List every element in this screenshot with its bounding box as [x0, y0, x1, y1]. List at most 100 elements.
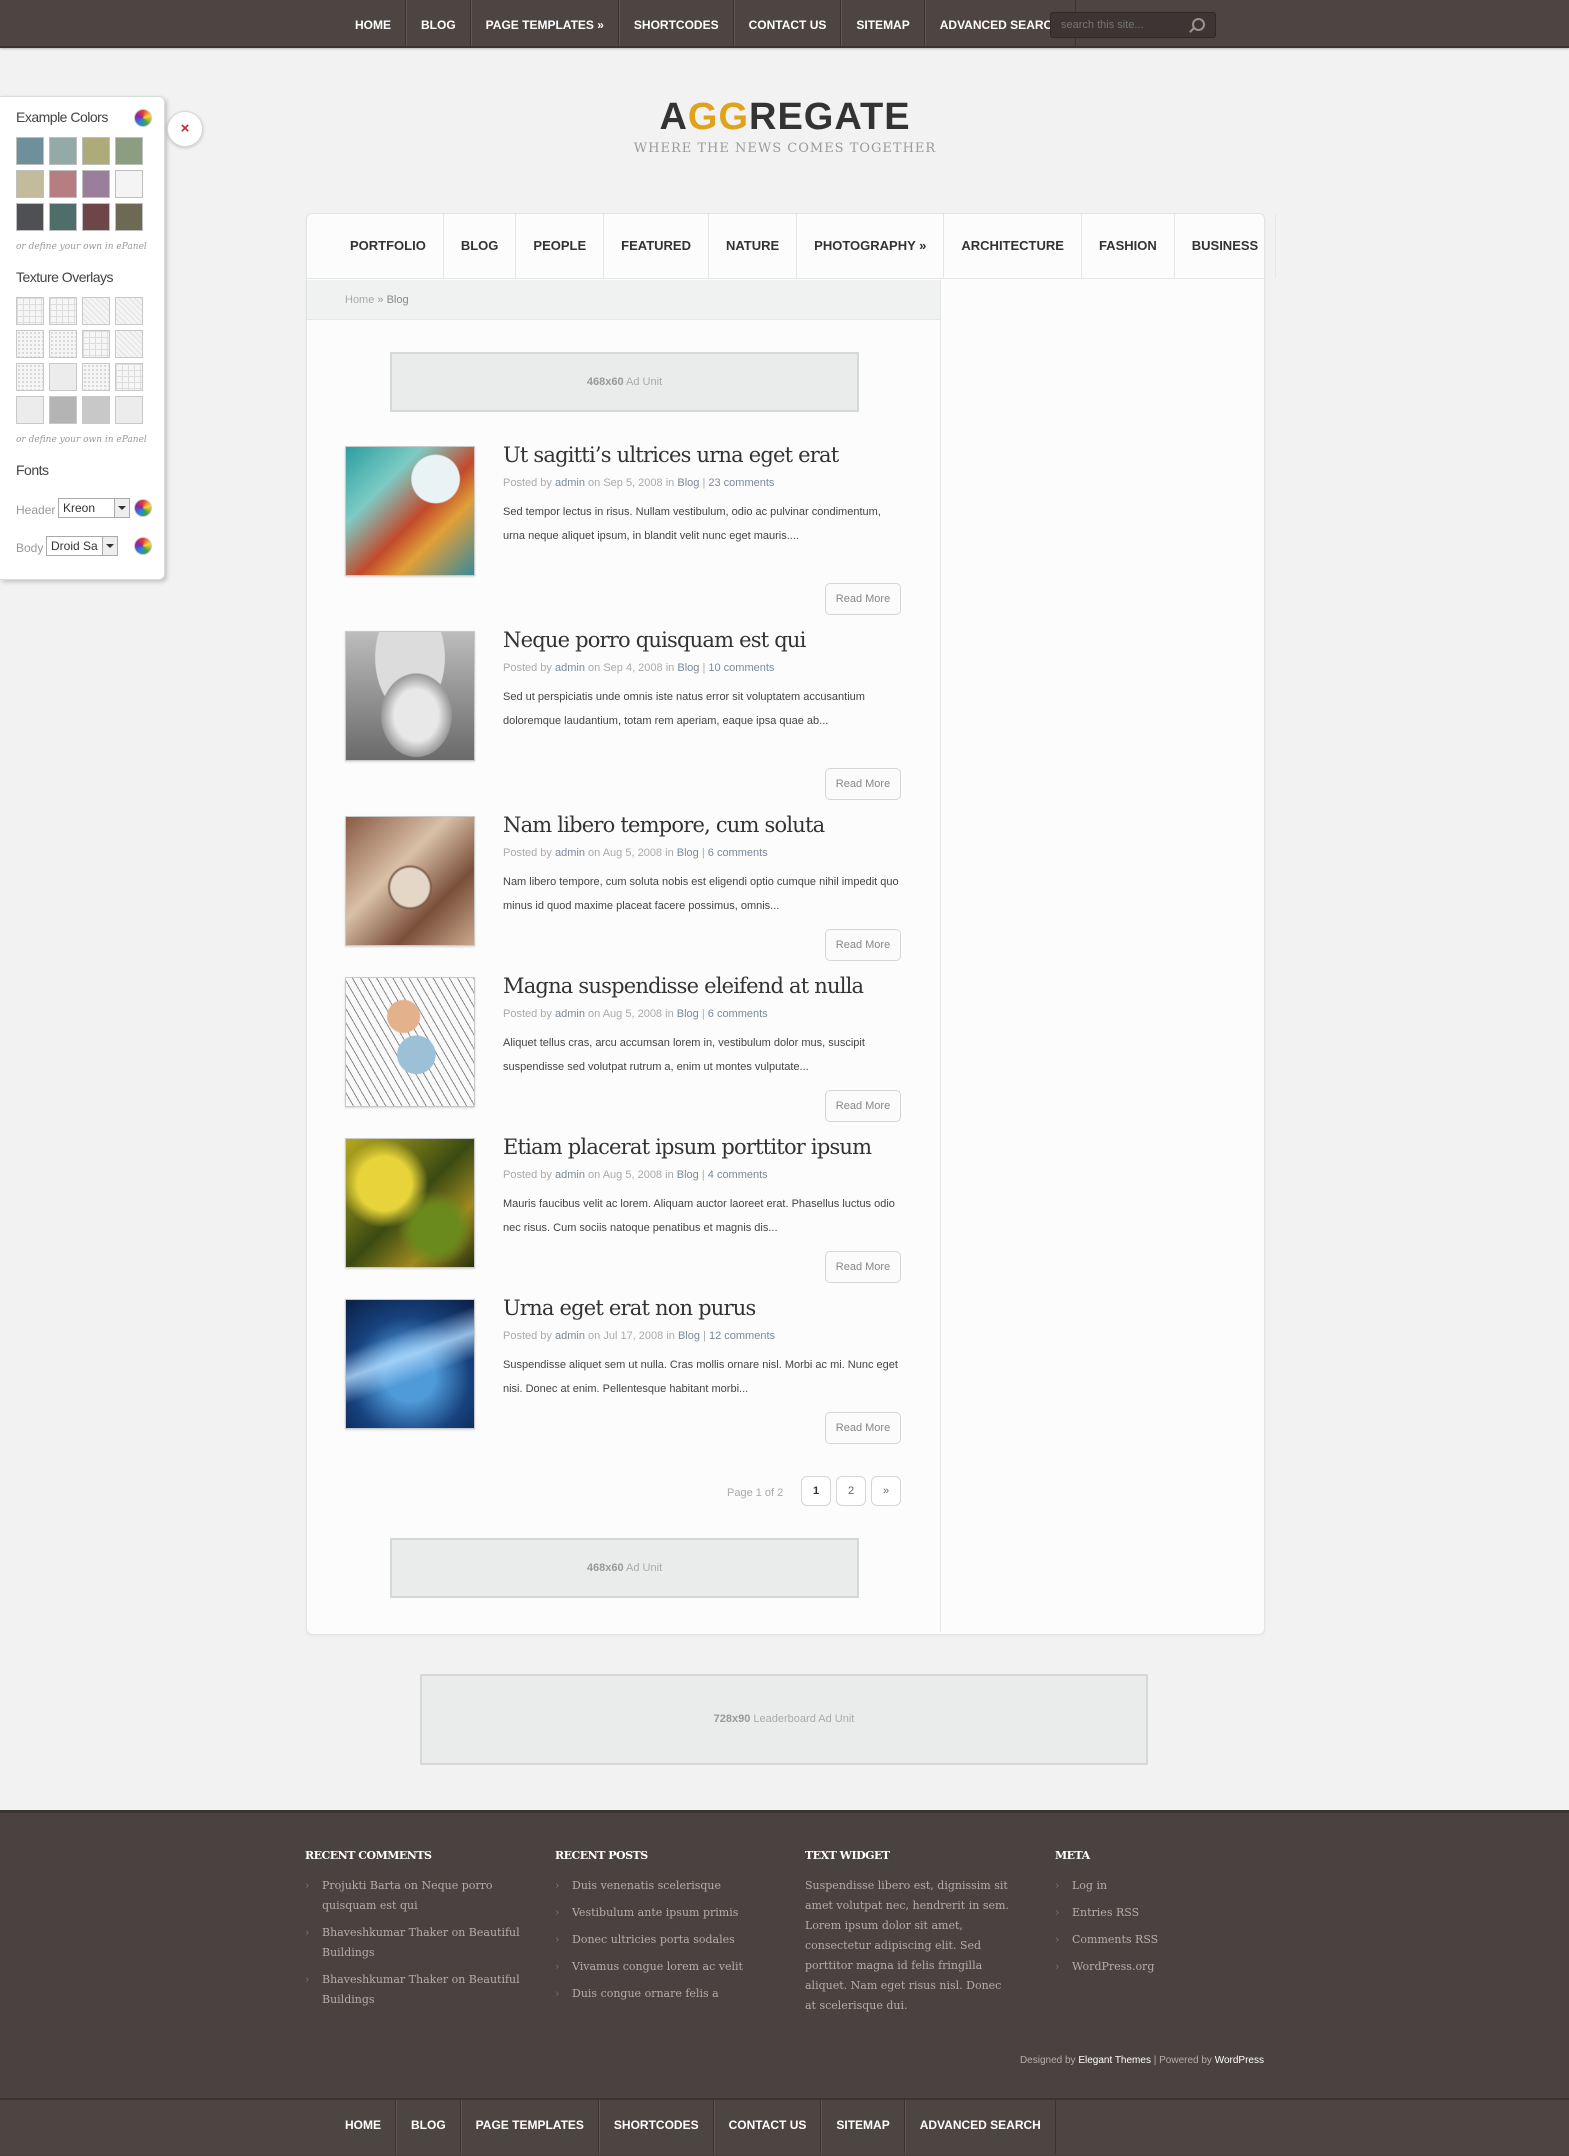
post-thumbnail[interactable] — [345, 1299, 475, 1429]
list-item[interactable]: Projukti Barta on Neque porro quisquam e… — [305, 1876, 520, 1916]
texture-swatch[interactable] — [82, 330, 110, 358]
ad-unit-bottom[interactable]: 468x60 Ad Unit — [390, 1538, 859, 1598]
ad-unit-top[interactable]: 468x60 Ad Unit — [390, 352, 859, 412]
texture-swatch[interactable] — [49, 363, 77, 391]
texture-swatch[interactable] — [49, 396, 77, 424]
texture-swatch[interactable] — [115, 363, 143, 391]
post-thumbnail[interactable] — [345, 631, 475, 761]
leaderboard-ad-unit[interactable]: 728x90 Leaderboard Ad Unit — [420, 1674, 1148, 1765]
breadcrumb-home[interactable]: Home — [345, 294, 374, 306]
page-2-button[interactable]: 2 — [836, 1476, 866, 1506]
color-swatch[interactable] — [16, 137, 44, 165]
top-nav-page-templates[interactable]: PAGE TEMPLATES » — [470, 0, 619, 46]
meta-entries-rss-link[interactable]: Entries RSS — [1055, 1903, 1270, 1923]
color-swatch[interactable] — [49, 203, 77, 231]
post-category-link[interactable]: Blog — [677, 662, 699, 674]
post-author-link[interactable]: admin — [555, 847, 585, 859]
texture-swatch[interactable] — [16, 396, 44, 424]
bottom-nav-shortcodes[interactable]: SHORTCODES — [598, 2100, 714, 2155]
color-swatch[interactable] — [49, 137, 77, 165]
top-nav-shortcodes[interactable]: SHORTCODES — [618, 0, 734, 46]
texture-swatch[interactable] — [82, 396, 110, 424]
next-page-button[interactable]: » — [871, 1476, 901, 1506]
color-swatch[interactable] — [16, 203, 44, 231]
texture-swatch[interactable] — [115, 297, 143, 325]
texture-swatch[interactable] — [115, 330, 143, 358]
list-item[interactable]: Vivamus congue lorem ac velit — [555, 1957, 770, 1977]
elegant-themes-link[interactable]: Elegant Themes — [1078, 2055, 1151, 2066]
read-more-button[interactable]: Read More — [825, 929, 901, 961]
color-swatch[interactable] — [82, 170, 110, 198]
post-title[interactable]: Etiam placerat ipsum porttitor ipsum — [503, 1135, 872, 1159]
post-comments-link[interactable]: 4 comments — [708, 1169, 768, 1181]
top-nav-blog[interactable]: BLOG — [406, 0, 471, 46]
post-category-link[interactable]: Blog — [677, 1169, 699, 1181]
search-input[interactable] — [1059, 16, 1183, 34]
post-title[interactable]: Magna suspendisse eleifend at nulla — [503, 974, 864, 998]
texture-swatch[interactable] — [49, 330, 77, 358]
post-comments-link[interactable]: 23 comments — [708, 477, 774, 489]
color-wheel-icon[interactable] — [134, 109, 152, 127]
post-title[interactable]: Ut sagitti’s ultrices urna eget erat — [503, 443, 839, 467]
read-more-button[interactable]: Read More — [825, 583, 901, 615]
list-item[interactable]: Vestibulum ante ipsum primis — [555, 1903, 770, 1923]
cat-nav-blog[interactable]: BLOG — [444, 214, 517, 278]
color-swatch[interactable] — [49, 170, 77, 198]
post-comments-link[interactable]: 6 comments — [708, 1008, 768, 1020]
meta-log-in-link[interactable]: Log in — [1055, 1876, 1270, 1896]
cat-nav-architecture[interactable]: ARCHITECTURE — [944, 214, 1082, 278]
color-swatch[interactable] — [115, 137, 143, 165]
post-category-link[interactable]: Blog — [677, 477, 699, 489]
cat-nav-fashion[interactable]: FASHION — [1082, 214, 1175, 278]
color-wheel-icon[interactable] — [134, 499, 152, 517]
bottom-nav-contact-us[interactable]: CONTACT US — [713, 2100, 822, 2155]
cat-nav-people[interactable]: PEOPLE — [516, 214, 605, 278]
meta-wordpress-link[interactable]: WordPress.org — [1055, 1957, 1270, 1977]
list-item[interactable]: Duis congue ornare felis a — [555, 1984, 770, 2004]
top-nav-home[interactable]: HOME — [341, 0, 406, 46]
cat-nav-featured[interactable]: FEATURED — [604, 214, 709, 278]
color-swatch[interactable] — [115, 203, 143, 231]
bottom-nav-sitemap[interactable]: SITEMAP — [821, 2100, 905, 2155]
read-more-button[interactable]: Read More — [825, 1251, 901, 1283]
bottom-nav-home[interactable]: HOME — [331, 2100, 396, 2155]
color-swatch[interactable] — [115, 170, 143, 198]
texture-swatch[interactable] — [16, 363, 44, 391]
post-title[interactable]: Urna eget erat non purus — [503, 1296, 756, 1320]
wordpress-link[interactable]: WordPress — [1215, 2055, 1264, 2066]
post-author-link[interactable]: admin — [555, 1008, 585, 1020]
read-more-button[interactable]: Read More — [825, 1090, 901, 1122]
read-more-button[interactable]: Read More — [825, 768, 901, 800]
cat-nav-nature[interactable]: NATURE — [709, 214, 798, 278]
texture-swatch[interactable] — [115, 396, 143, 424]
list-item[interactable]: Bhaveshkumar Thaker on Beautiful Buildin… — [305, 1970, 520, 2010]
post-thumbnail[interactable] — [345, 1138, 475, 1268]
texture-swatch[interactable] — [16, 297, 44, 325]
post-comments-link[interactable]: 6 comments — [708, 847, 768, 859]
site-logo[interactable]: AGGREGATE WHERE THE NEWS COMES TOGETHER — [600, 96, 970, 156]
bottom-nav-advanced-search[interactable]: ADVANCED SEARCH — [904, 2100, 1056, 2155]
post-author-link[interactable]: admin — [555, 1330, 585, 1342]
post-title[interactable]: Nam libero tempore, cum soluta — [503, 813, 825, 837]
top-nav-contact-us[interactable]: CONTACT US — [733, 0, 842, 46]
texture-swatch[interactable] — [49, 297, 77, 325]
cat-nav-photography[interactable]: PHOTOGRAPHY » — [797, 214, 945, 278]
post-author-link[interactable]: admin — [555, 1169, 585, 1181]
post-category-link[interactable]: Blog — [678, 1330, 700, 1342]
search-icon[interactable] — [1192, 18, 1205, 31]
post-author-link[interactable]: admin — [555, 477, 585, 489]
meta-comments-rss-link[interactable]: Comments RSS — [1055, 1930, 1270, 1950]
post-category-link[interactable]: Blog — [677, 1008, 699, 1020]
bottom-nav-page-templates[interactable]: PAGE TEMPLATES — [460, 2100, 599, 2155]
texture-swatch[interactable] — [82, 297, 110, 325]
list-item[interactable]: Duis venenatis scelerisque — [555, 1876, 770, 1896]
post-thumbnail[interactable] — [345, 816, 475, 946]
post-category-link[interactable]: Blog — [677, 847, 699, 859]
list-item[interactable]: Bhaveshkumar Thaker on Beautiful Buildin… — [305, 1923, 520, 1963]
color-swatch[interactable] — [82, 203, 110, 231]
post-thumbnail[interactable] — [345, 446, 475, 576]
top-nav-sitemap[interactable]: SITEMAP — [841, 0, 925, 46]
cat-nav-portfolio[interactable]: PORTFOLIO — [333, 214, 444, 278]
color-swatch[interactable] — [82, 137, 110, 165]
post-thumbnail[interactable] — [345, 977, 475, 1107]
